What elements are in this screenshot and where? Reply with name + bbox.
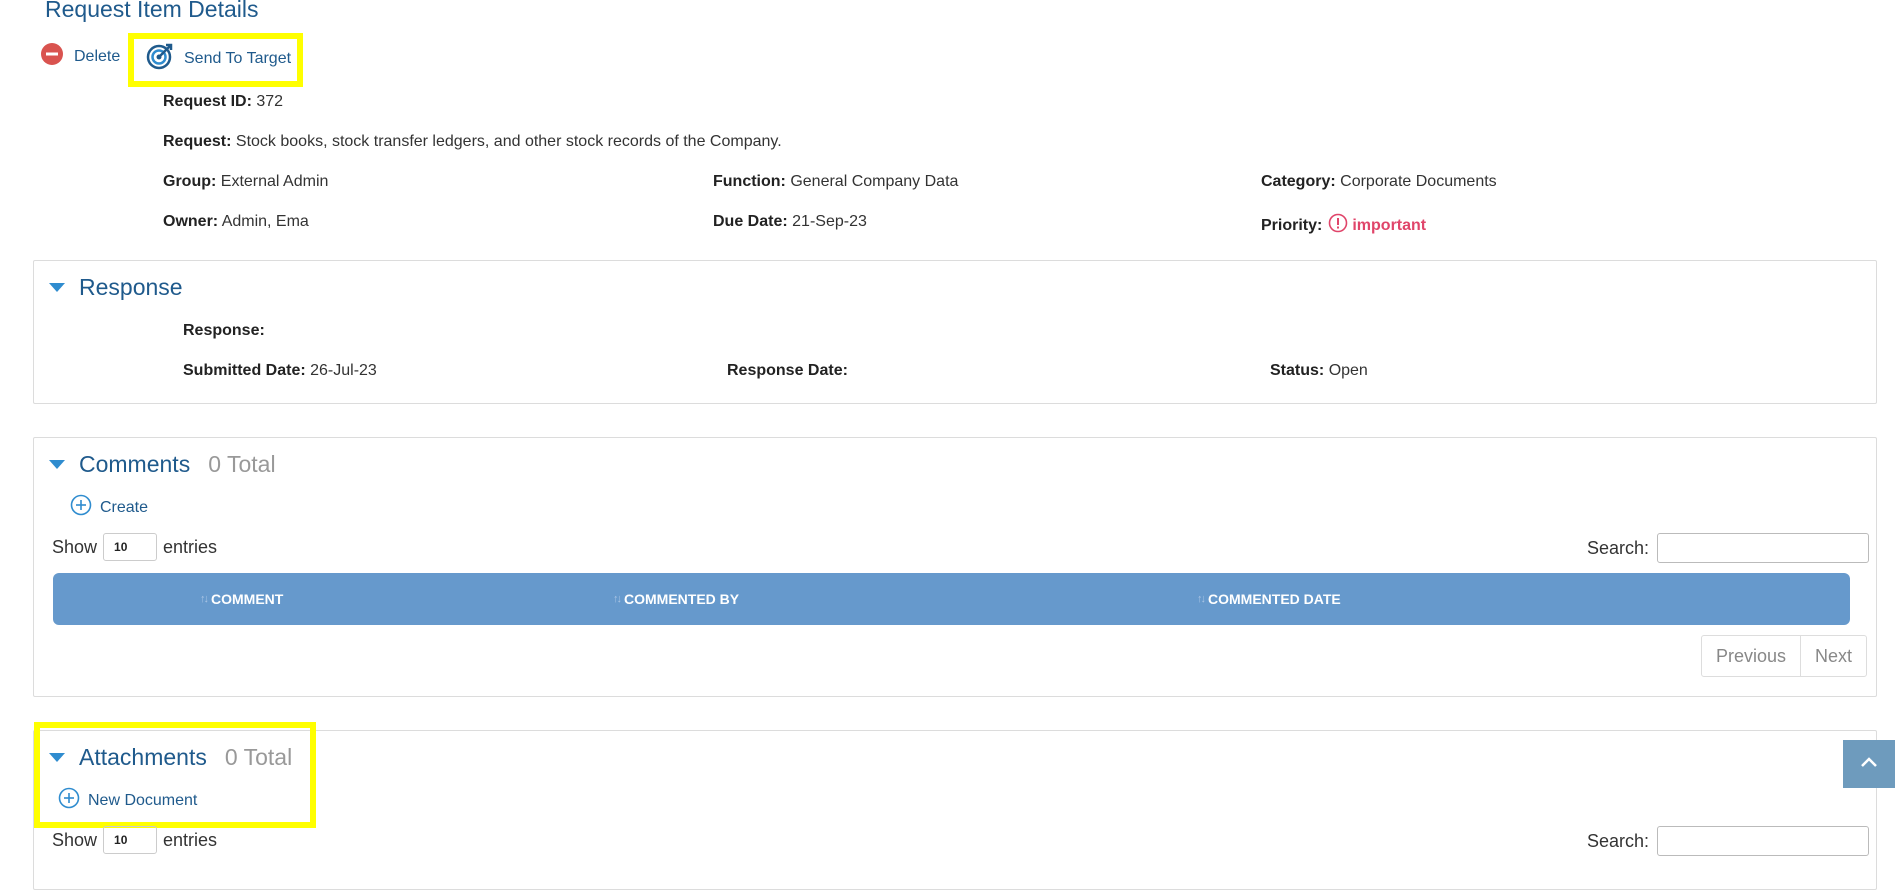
column-commented-by[interactable]: ↑↓ COMMENTED BY xyxy=(613,591,739,607)
delete-button[interactable]: Delete xyxy=(40,42,120,71)
response-header[interactable]: Response xyxy=(49,274,183,301)
minus-circle-icon xyxy=(40,42,64,71)
request-field: Request: Stock books, stock transfer led… xyxy=(163,133,782,150)
submitted-date-field: Submitted Date: 26-Jul-23 xyxy=(183,362,377,379)
collapse-caret-icon xyxy=(49,460,65,469)
attachments-total: 0 Total xyxy=(224,744,293,770)
sort-icon: ↑↓ xyxy=(1197,593,1206,605)
comments-search-input[interactable] xyxy=(1657,533,1870,563)
plus-circle-icon xyxy=(58,787,80,814)
plus-circle-icon xyxy=(70,494,92,521)
due-date-field: Due Date: 21-Sep-23 xyxy=(713,213,867,230)
attachments-entries-select[interactable]: 10 xyxy=(103,826,158,854)
attachments-search-input[interactable] xyxy=(1657,826,1870,856)
comments-table-header xyxy=(53,573,1850,625)
chevron-up-icon xyxy=(1859,755,1879,774)
column-comment[interactable]: ↑↓ COMMENT xyxy=(200,591,283,607)
function-field: Function: General Company Data xyxy=(713,173,959,190)
comments-header[interactable]: Comments 0 Total xyxy=(49,451,276,478)
owner-field: Owner: Admin, Ema xyxy=(163,213,309,230)
comments-panel xyxy=(33,437,1877,697)
attachments-search: Search: xyxy=(1587,826,1870,856)
send-to-target-label: Send To Target xyxy=(184,49,292,67)
send-to-target-button[interactable]: Send To Target xyxy=(146,42,291,75)
attachments-header[interactable]: Attachments 0 Total xyxy=(49,744,292,771)
comments-search: Search: xyxy=(1587,533,1870,563)
comments-entries-select[interactable]: 10 xyxy=(103,533,158,561)
collapse-caret-icon xyxy=(49,753,65,762)
sort-icon: ↑↓ xyxy=(613,593,622,605)
next-button[interactable]: Next xyxy=(1800,636,1866,676)
category-field: Category: Corporate Documents xyxy=(1261,173,1497,190)
priority-badge: important xyxy=(1328,213,1426,238)
new-document-button[interactable]: New Document xyxy=(58,787,197,814)
attachments-title: Attachments xyxy=(79,744,207,770)
collapse-caret-icon xyxy=(49,283,65,292)
attachments-show-entries: Show 10 entries xyxy=(52,826,217,854)
comments-show-entries: Show 10 entries xyxy=(52,533,217,561)
previous-button[interactable]: Previous xyxy=(1702,636,1800,676)
group-field: Group: External Admin xyxy=(163,173,329,190)
request-id-field: Request ID: 372 xyxy=(163,93,284,110)
comments-pagination: Previous Next xyxy=(1701,635,1868,677)
page-title: Request Item Details xyxy=(45,0,259,22)
response-date-field: Response Date: xyxy=(727,362,848,379)
target-icon xyxy=(146,42,174,75)
status-field: Status: Open xyxy=(1270,362,1368,379)
alert-icon xyxy=(1328,213,1348,238)
scroll-to-top-button[interactable] xyxy=(1843,740,1895,788)
response-title: Response xyxy=(79,274,183,300)
create-comment-button[interactable]: Create xyxy=(70,494,148,521)
priority-field: Priority: important xyxy=(1261,213,1426,238)
comments-title: Comments xyxy=(79,451,191,477)
response-field: Response: xyxy=(183,322,265,339)
sort-icon: ↑↓ xyxy=(200,593,209,605)
column-commented-date[interactable]: ↑↓ COMMENTED DATE xyxy=(1197,591,1341,607)
response-panel xyxy=(33,260,1877,404)
comments-total: 0 Total xyxy=(208,451,276,477)
delete-label: Delete xyxy=(74,47,121,65)
